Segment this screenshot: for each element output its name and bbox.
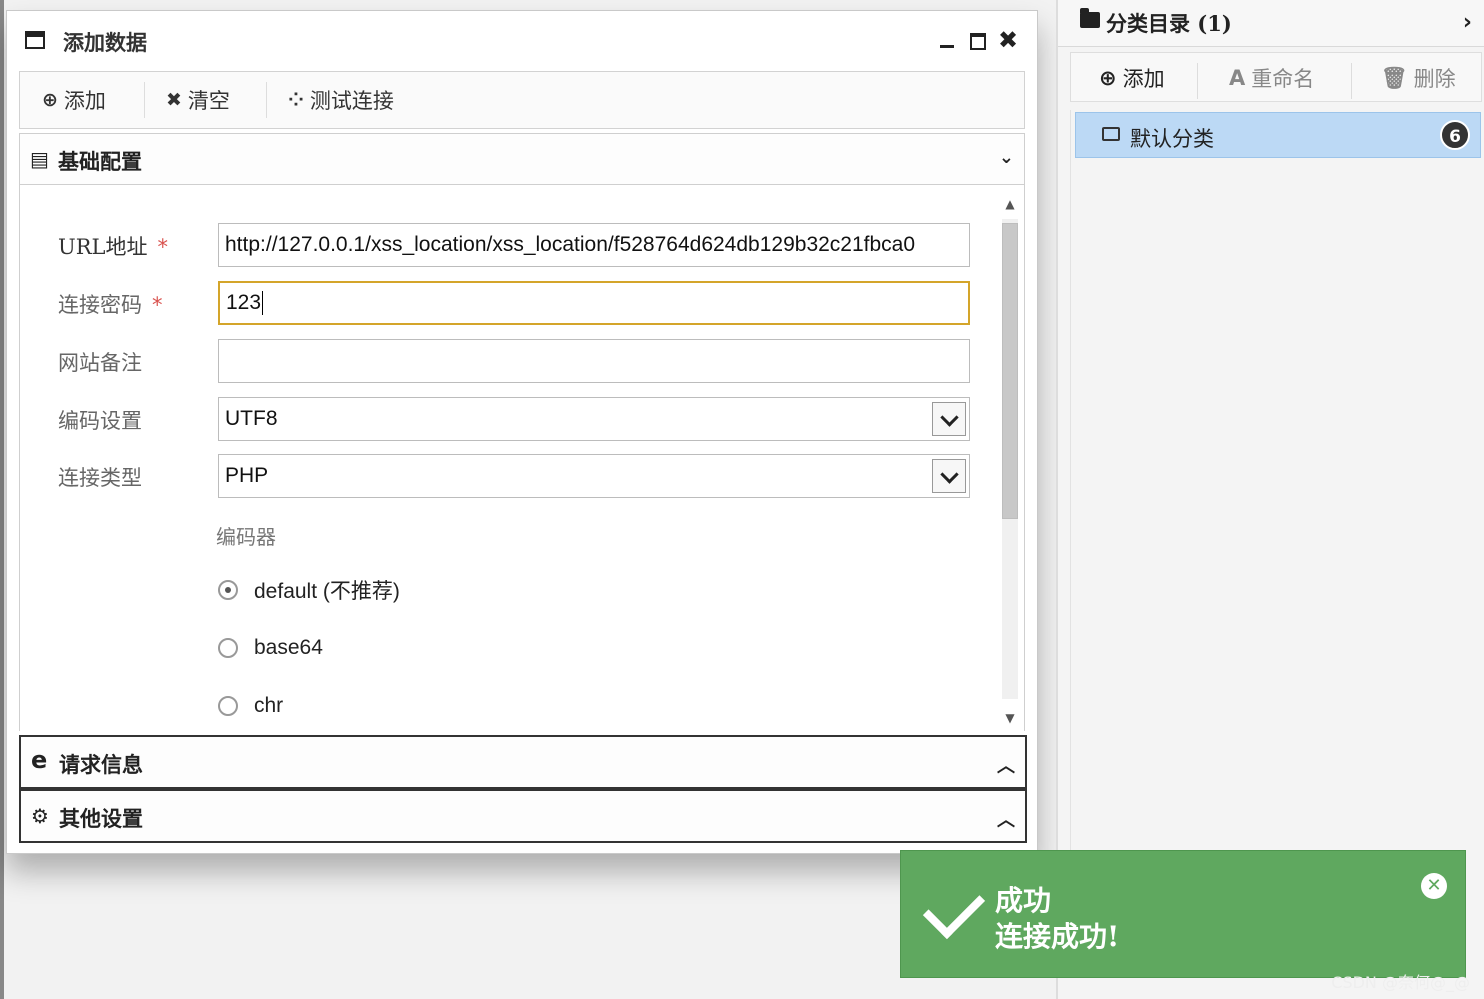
category-add-button[interactable]: ⊕ 添加: [1099, 63, 1165, 93]
toolbar-divider: [1197, 63, 1198, 99]
test-connection-button[interactable]: ⁘ 测试连接: [288, 86, 394, 114]
encoder-option-base64[interactable]: base64: [218, 633, 323, 663]
url-input[interactable]: http://127.0.0.1/xss_location/xss_locati…: [218, 223, 970, 267]
success-toast: 成功 连接成功! ✕: [900, 850, 1466, 978]
dialog-title: 添加数据: [63, 30, 147, 55]
font-icon: A: [1229, 66, 1246, 90]
encoder-option-label: base64: [254, 636, 323, 659]
category-panel-header: 分类目录 (1) ›: [1058, 0, 1484, 47]
plus-circle-icon: ⊕: [42, 89, 58, 111]
toolbar-divider: [1351, 63, 1352, 99]
category-item-default[interactable]: 默认分类 6: [1075, 112, 1481, 158]
encoder-option-label: chr: [254, 694, 284, 717]
rename-button[interactable]: A 重命名: [1229, 63, 1314, 93]
required-mark: *: [152, 293, 163, 317]
minimize-button[interactable]: [937, 29, 959, 51]
radio-button[interactable]: [218, 638, 238, 658]
dialog-titlebar[interactable]: 添加数据 ✖: [7, 11, 1037, 69]
rename-label: 重命名: [1251, 67, 1315, 91]
add-data-dialog: 添加数据 ✖ ⊕ 添加 ✖ 清空 ⁘ 测试连接 ▤ 基础配置 ⌄ ▲ ▼ URL…: [6, 10, 1038, 854]
connection-type-select[interactable]: PHP: [218, 454, 970, 498]
toast-title: 成功: [995, 884, 1052, 917]
required-mark: *: [157, 235, 168, 259]
watermark: CSDN @奈何@_@: [1331, 973, 1470, 992]
url-label-text: URL地址: [58, 235, 148, 259]
toolbar-divider: [144, 82, 145, 118]
scrollbar-thumb[interactable]: [1002, 223, 1018, 519]
trash-icon: 🗑: [1381, 65, 1408, 90]
encoding-value: UTF8: [225, 407, 278, 430]
section-request-info[interactable]: e 请求信息 ︿: [19, 735, 1027, 789]
encoding-select[interactable]: UTF8: [218, 397, 970, 441]
folder-icon: [1080, 8, 1100, 28]
radio-button[interactable]: [218, 696, 238, 716]
password-value: 123: [226, 291, 262, 314]
clear-button-label: 清空: [187, 89, 230, 113]
chevron-down-icon[interactable]: [932, 459, 966, 493]
maximize-button[interactable]: [967, 29, 989, 51]
scroll-up-arrow[interactable]: ▲: [1000, 197, 1020, 211]
scroll-down-arrow[interactable]: ▼: [1000, 711, 1020, 725]
clear-button[interactable]: ✖ 清空: [166, 86, 230, 114]
section-basic-config[interactable]: ▤ 基础配置 ⌄: [19, 133, 1025, 185]
test-connection-label: 测试连接: [309, 89, 394, 113]
radio-button[interactable]: [218, 580, 238, 600]
text-caret: [262, 291, 264, 316]
connection-type-label: 连接类型: [58, 466, 142, 490]
ie-icon: e: [31, 746, 48, 774]
chevron-up-icon[interactable]: ︿: [997, 752, 1015, 778]
add-button[interactable]: ⊕ 添加: [42, 86, 106, 114]
section-other-label: 其他设置: [59, 806, 143, 831]
password-label-text: 连接密码: [58, 293, 142, 317]
password-input[interactable]: 123: [218, 281, 970, 325]
x-icon: ✖: [166, 89, 182, 111]
password-label: 连接密码 *: [58, 289, 163, 319]
close-button[interactable]: ✖: [997, 28, 1019, 52]
category-list: 默认分类 6: [1070, 110, 1481, 958]
count-badge: 6: [1440, 120, 1470, 150]
close-icon[interactable]: ✕: [1421, 873, 1447, 899]
encoder-option-chr[interactable]: chr: [218, 691, 283, 721]
dialog-toolbar: ⊕ 添加 ✖ 清空 ⁘ 测试连接: [19, 71, 1025, 129]
encoder-label: 编码器: [216, 525, 276, 549]
background-edge: [0, 0, 4, 999]
chevron-down-icon[interactable]: ⌄: [999, 147, 1014, 168]
toolbar-divider: [266, 82, 267, 118]
spinner-icon: ⁘: [288, 89, 304, 111]
window-icon: [25, 31, 45, 49]
toast-message: 连接成功!: [995, 920, 1120, 953]
note-label: 网站备注: [58, 351, 142, 375]
chevron-up-icon[interactable]: ︿: [997, 806, 1015, 832]
category-toolbar: ⊕ 添加 A 重命名 🗑 删除: [1070, 52, 1482, 102]
category-panel-title: 分类目录 (1): [1106, 11, 1232, 36]
chevron-down-icon[interactable]: [932, 402, 966, 436]
connection-type-value: PHP: [225, 464, 269, 487]
category-add-label: 添加: [1122, 67, 1165, 91]
section-request-label: 请求信息: [59, 752, 143, 777]
section-other-settings[interactable]: ⚙ 其他设置 ︿: [19, 789, 1027, 843]
note-input[interactable]: [218, 339, 970, 383]
category-item-label: 默认分类: [1130, 127, 1214, 151]
plus-circle-icon: ⊕: [1099, 66, 1117, 90]
folder-open-icon: [1102, 127, 1120, 141]
document-icon: ▤: [30, 147, 49, 171]
add-button-label: 添加: [63, 89, 106, 113]
gears-icon: ⚙: [31, 804, 49, 828]
delete-button[interactable]: 🗑 删除: [1381, 63, 1456, 93]
delete-label: 删除: [1413, 67, 1456, 91]
url-label: URL地址 *: [58, 231, 168, 261]
encoder-option-default[interactable]: default (不推荐): [218, 575, 400, 605]
chevron-right-icon[interactable]: ›: [1463, 10, 1472, 35]
encoder-option-label: default (不推荐): [254, 580, 400, 603]
basic-config-panel: ▲ ▼ URL地址 * http://127.0.0.1/xss_location…: [19, 185, 1025, 731]
checkmark-icon: [922, 876, 986, 940]
section-basic-label: 基础配置: [58, 149, 142, 174]
encoding-label: 编码设置: [58, 409, 142, 433]
